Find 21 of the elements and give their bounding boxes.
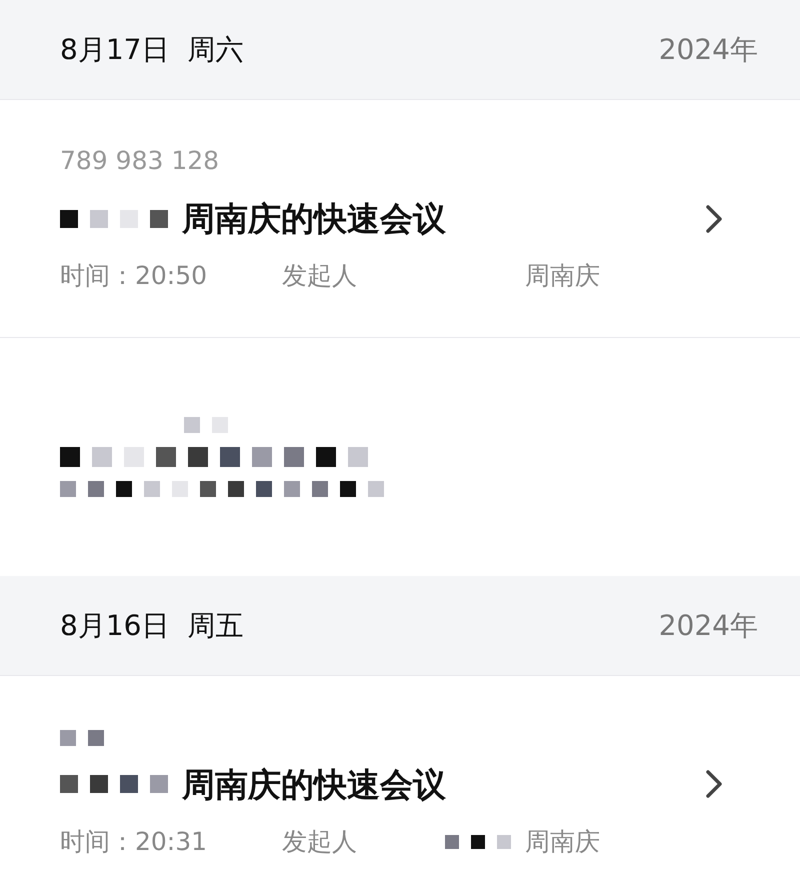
meeting-time: 时间：20:31 <box>60 826 208 858</box>
meeting-title: 周南庆的快速会议 <box>182 198 446 240</box>
date-label: 8月17日 <box>60 32 170 68</box>
year-label: 2024年 <box>658 608 758 644</box>
host-name: 周南庆 <box>525 260 600 292</box>
mosaic-drawing <box>184 417 228 433</box>
weekday-label: 周六 <box>187 32 244 68</box>
chevron-right-icon[interactable] <box>704 202 724 234</box>
host-label: 发起人 <box>282 260 357 292</box>
meeting-number: 789 983 128 <box>60 145 220 178</box>
host-name: 周南庆 <box>525 826 600 858</box>
meeting-time: 时间：20:50 <box>60 260 208 292</box>
mosaic-drawing <box>60 730 104 746</box>
meeting-title: 周南庆的快速会议 <box>182 764 446 806</box>
meeting-row[interactable]: 周南庆的快速会议 时间：20:31 发起人 周南庆 <box>0 676 800 890</box>
meeting-row[interactable]: 789 983 128 周南庆的快速会议 时间：20:50 发起人 周南庆 <box>0 100 800 338</box>
host-label: 发起人 <box>282 826 357 858</box>
year-label: 2024年 <box>658 32 758 68</box>
weekday-label: 周五 <box>187 608 244 644</box>
date-label: 8月16日 <box>60 608 170 644</box>
chevron-right-icon[interactable] <box>704 768 724 800</box>
